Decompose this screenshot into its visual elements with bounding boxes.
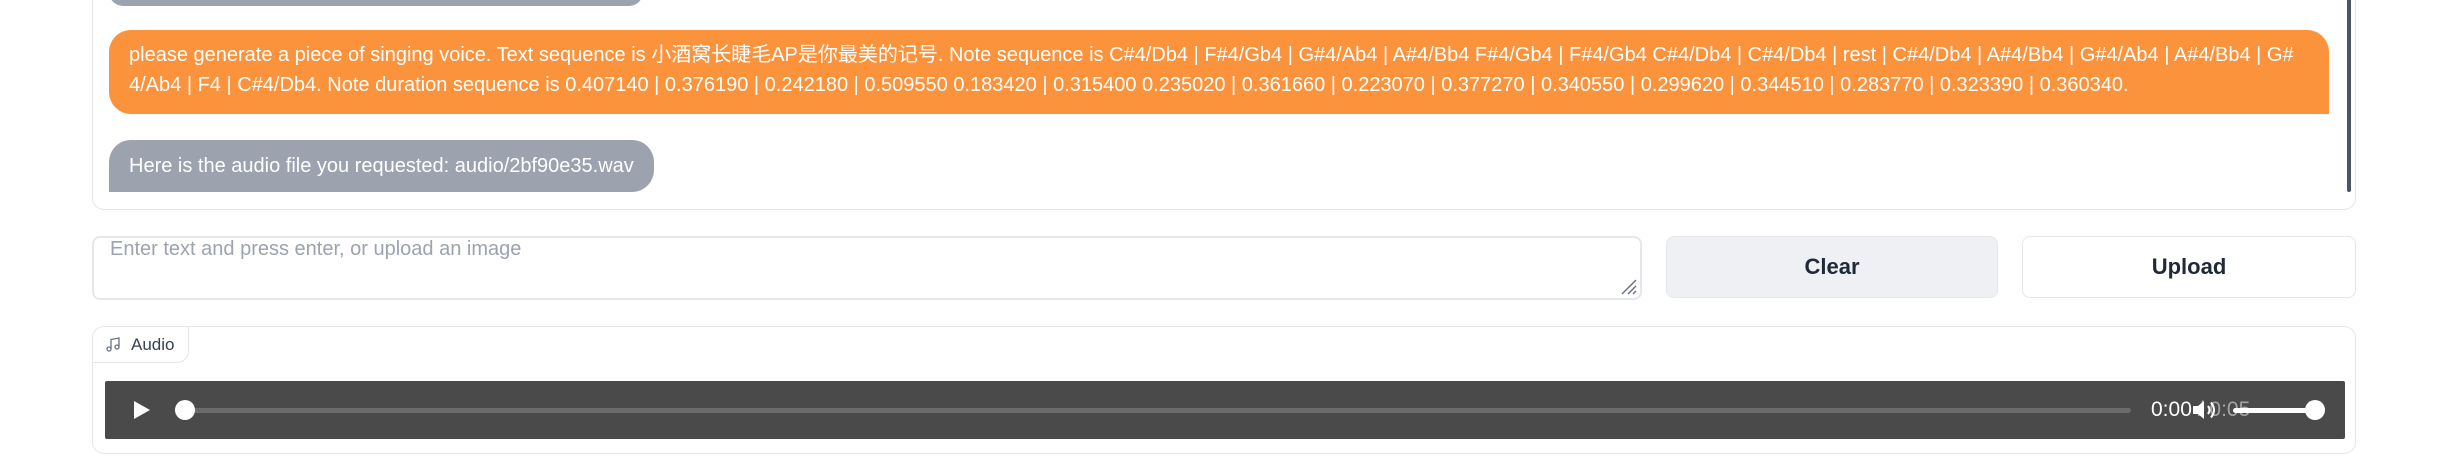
seek-bar[interactable] — [185, 408, 2131, 413]
clear-button[interactable]: Clear — [1666, 236, 1998, 298]
music-note-icon — [106, 336, 120, 352]
current-time: 0:00 — [2151, 398, 2192, 421]
bot-message: Here is the audio file you requested: au… — [109, 140, 654, 192]
audio-component: Audio 0:00 / 0:05 — [92, 326, 2356, 454]
audio-label: Audio — [93, 327, 190, 363]
chat-scrollbar[interactable] — [2347, 0, 2351, 192]
audio-player: 0:00 / 0:05 — [105, 381, 2345, 439]
play-icon[interactable] — [129, 398, 153, 422]
seek-thumb[interactable] — [175, 400, 195, 420]
chat-input[interactable] — [92, 236, 1642, 300]
chatbot-panel: please generate a piece of singing voice… — [92, 0, 2356, 210]
audio-label-text: Audio — [131, 334, 175, 354]
volume-thumb[interactable] — [2305, 400, 2325, 420]
previous-message-bubble — [109, 0, 643, 6]
upload-button[interactable]: Upload — [2022, 236, 2356, 298]
resize-grip-icon[interactable] — [1618, 276, 1638, 296]
speaker-icon[interactable] — [2191, 398, 2219, 422]
user-message: please generate a piece of singing voice… — [109, 30, 2329, 114]
